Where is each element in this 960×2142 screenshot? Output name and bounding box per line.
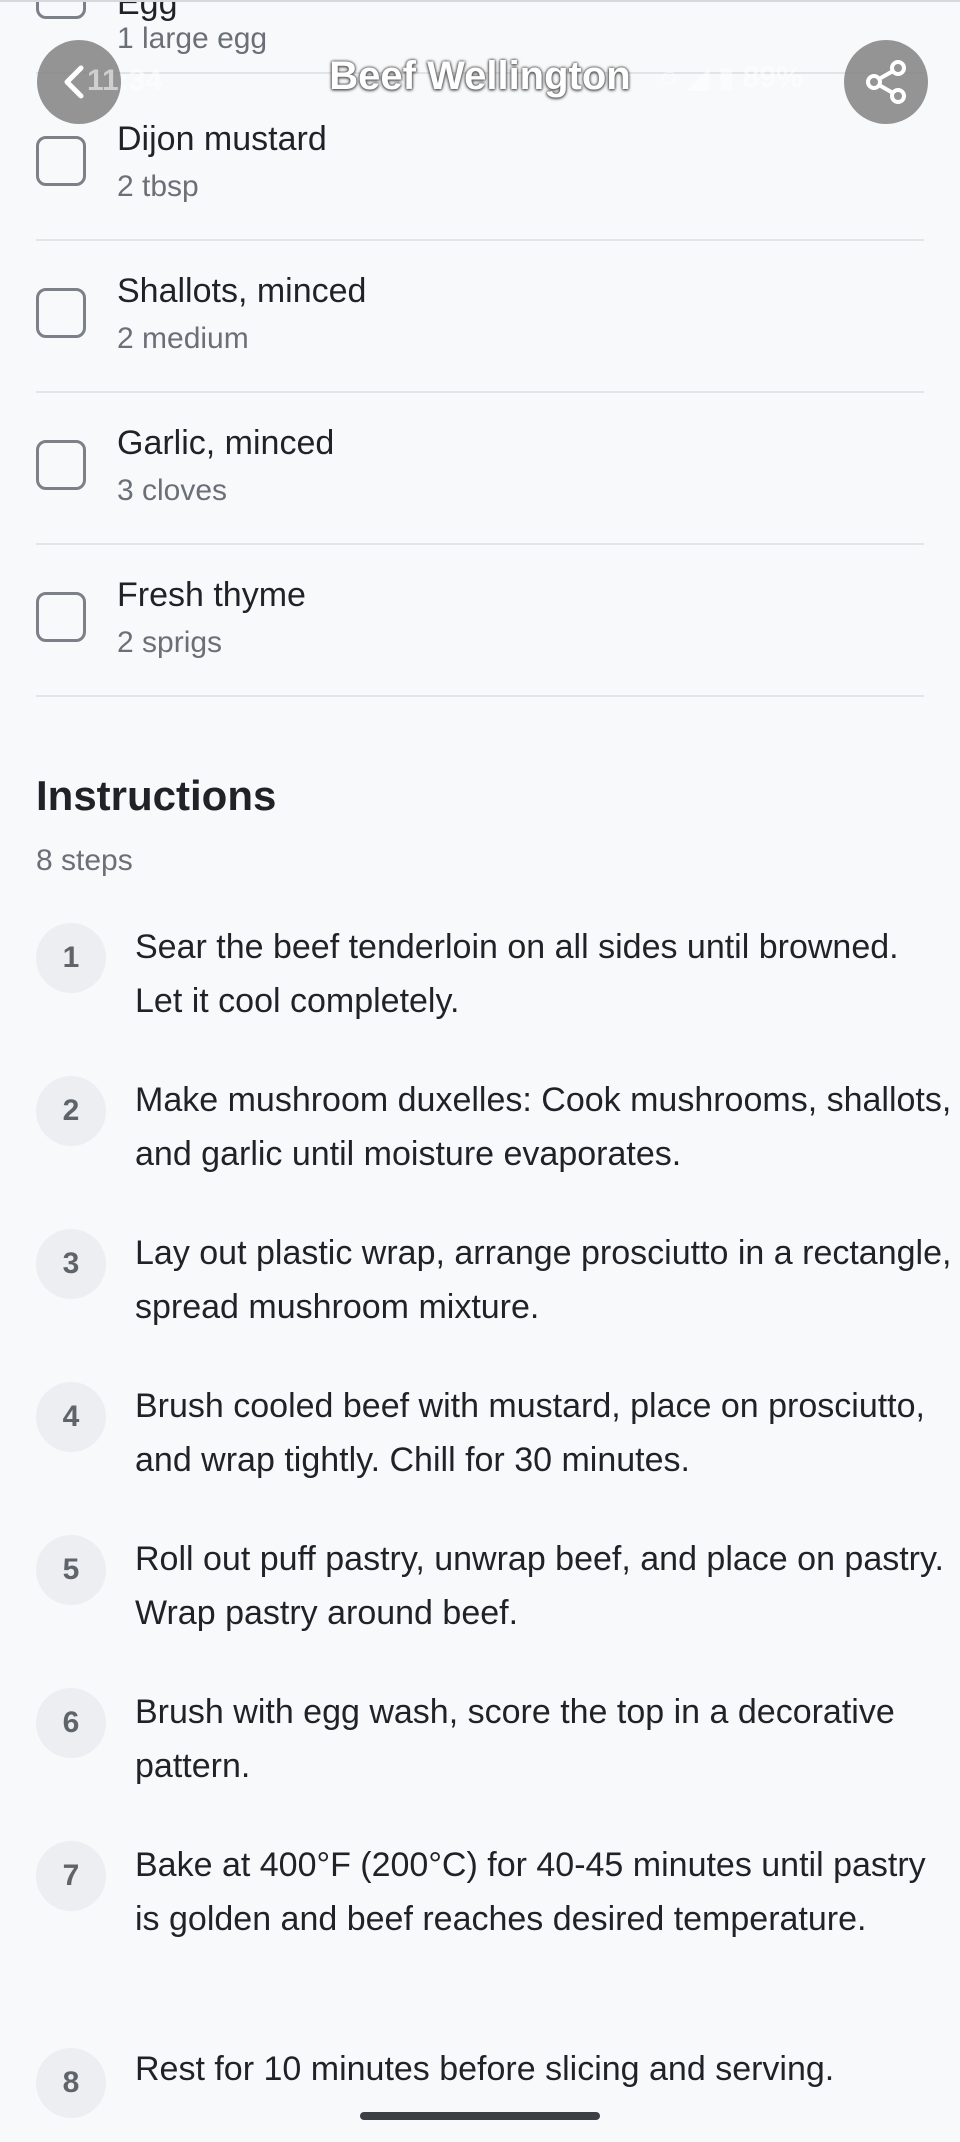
ingredient-item[interactable]: Garlic, minced 3 cloves	[36, 391, 924, 545]
share-button[interactable]	[844, 40, 928, 124]
step-number-badge: 1	[36, 923, 106, 993]
step-number-badge: 6	[36, 1688, 106, 1758]
ingredient-name: Dijon mustard	[117, 120, 327, 158]
back-button[interactable]	[37, 40, 121, 124]
step-text: Roll out puff pastry, unwrap beef, and p…	[135, 1540, 944, 1632]
ingredient-name: Garlic, minced	[117, 424, 335, 462]
step-text: Lay out plastic wrap, arrange prosciutto…	[135, 1234, 952, 1326]
ingredient-checkbox[interactable]	[36, 440, 86, 490]
instructions-step-count: 8 steps	[36, 844, 133, 877]
ingredient-name: Fresh thyme	[117, 576, 306, 614]
ingredient-name: Shallots, minced	[117, 272, 367, 310]
step-text: Bake at 400°F (200°C) for 40-45 minutes …	[135, 1846, 926, 1938]
ingredient-item[interactable]: Shallots, minced 2 medium	[36, 239, 924, 393]
ingredient-name: Egg	[117, 0, 178, 22]
step-number-badge: 7	[36, 1841, 106, 1911]
step-number-badge: 2	[36, 1076, 106, 1146]
ingredient-item[interactable]: Fresh thyme 2 sprigs	[36, 543, 924, 697]
ingredient-quantity: 2 tbsp	[117, 170, 199, 203]
ingredient-quantity: 1 large egg	[117, 22, 268, 55]
share-icon	[866, 60, 906, 104]
ingredient-item[interactable]: Egg 1 large egg	[36, 0, 924, 74]
ingredient-checkbox[interactable]	[36, 288, 86, 338]
chevron-left-icon	[64, 65, 84, 99]
instructions-heading: Instructions	[36, 772, 277, 819]
step-text: Make mushroom duxelles: Cook mushrooms, …	[135, 1081, 952, 1173]
ingredient-item[interactable]: Dijon mustard 2 tbsp	[36, 87, 924, 241]
step-number-badge: 3	[36, 1229, 106, 1299]
step-number-badge: 5	[36, 1535, 106, 1605]
ingredient-quantity: 2 sprigs	[117, 626, 223, 659]
step-text: Rest for 10 minutes before slicing and s…	[135, 2050, 835, 2088]
ingredient-checkbox[interactable]	[36, 592, 86, 642]
ingredient-checkbox[interactable]	[36, 0, 86, 19]
ingredient-checkbox[interactable]	[36, 136, 86, 186]
ingredient-quantity: 3 cloves	[117, 474, 228, 507]
recipe-page: Egg 1 large egg Dijon mustard 2 tbsp Sha…	[0, 0, 960, 2142]
home-indicator[interactable]	[360, 2112, 600, 2120]
step-text: Brush with egg wash, score the top in a …	[135, 1693, 895, 1785]
step-number-badge: 4	[36, 1382, 106, 1452]
step-number-badge: 8	[36, 2048, 106, 2118]
step-text: Sear the beef tenderloin on all sides un…	[135, 928, 899, 1020]
ingredient-quantity: 2 medium	[117, 322, 249, 355]
step-text: Brush cooled beef with mustard, place on…	[135, 1387, 925, 1479]
